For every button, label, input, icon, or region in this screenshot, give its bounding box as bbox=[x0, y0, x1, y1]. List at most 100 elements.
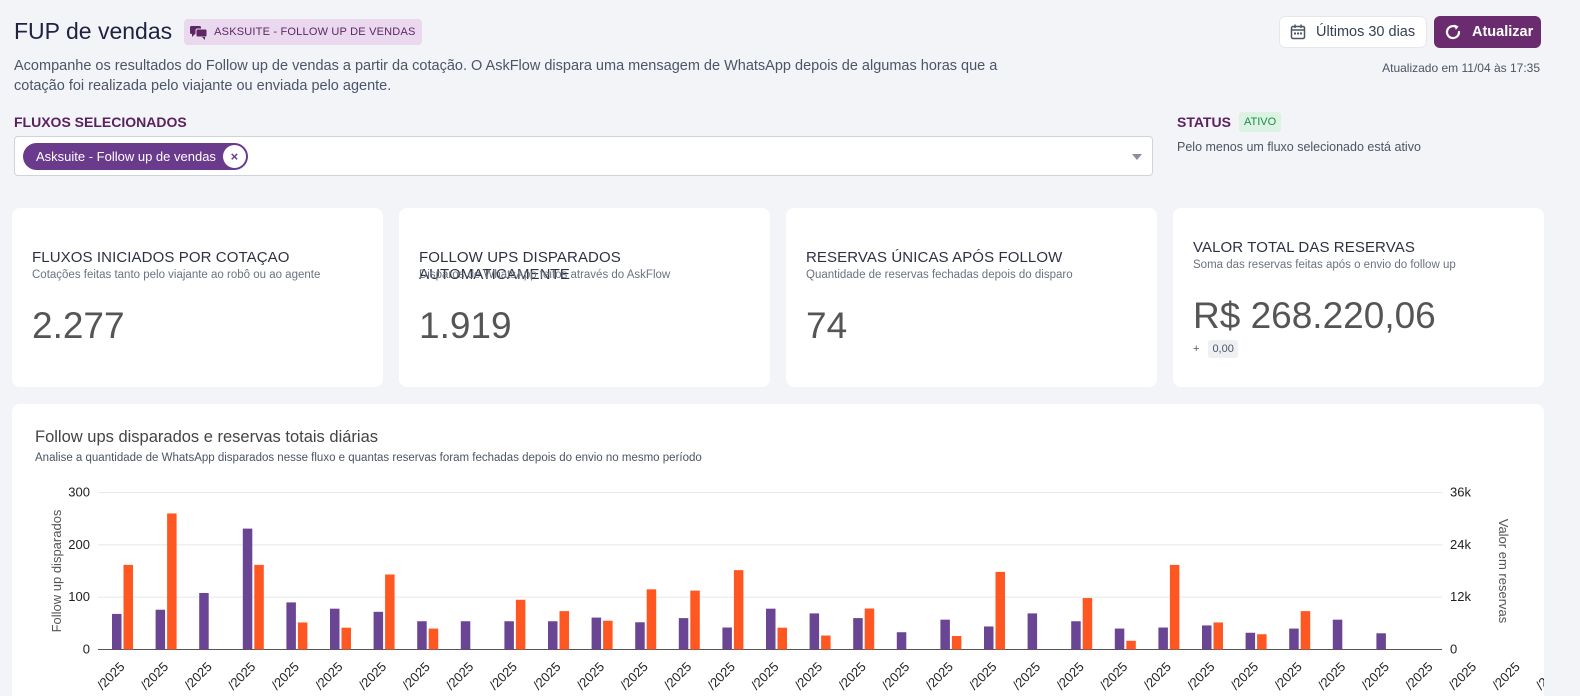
flow-tag-label: ASKSUITE - FOLLOW UP DE VENDAS bbox=[214, 25, 416, 38]
bar-reservas bbox=[646, 589, 657, 650]
date-range-button[interactable]: Últimos 30 dias bbox=[1279, 16, 1427, 48]
bar-followup bbox=[199, 592, 209, 650]
x-tick-label: /2025 bbox=[1140, 659, 1174, 693]
x-tick-label: /2025 bbox=[1271, 659, 1305, 693]
bar-reservas bbox=[167, 513, 177, 650]
refresh-icon bbox=[1445, 24, 1461, 40]
bar-followup bbox=[1027, 613, 1038, 650]
x-tick-label: /2025 bbox=[1228, 659, 1262, 693]
y-tick-left: 300 bbox=[68, 485, 90, 500]
card-reservas-unicas: RESERVAS ÚNICAS APÓS FOLLOW Quantidade d… bbox=[786, 208, 1157, 387]
y-axis-label-left: Follow up disparados bbox=[49, 509, 64, 632]
bar-followup bbox=[678, 618, 689, 650]
bar-reservas bbox=[123, 564, 133, 650]
x-tick-label: /2025 bbox=[94, 659, 128, 693]
card-subtitle: Soma das reservas feitas após o envio do… bbox=[1193, 259, 1456, 271]
status-label: STATUS bbox=[1177, 114, 1231, 130]
x-tick-label: /2025 bbox=[312, 659, 346, 693]
card-value: 1.919 bbox=[419, 305, 512, 346]
bar-followup bbox=[635, 622, 645, 650]
bar-followup bbox=[1158, 627, 1168, 650]
date-range-label: Últimos 30 dias bbox=[1316, 24, 1416, 40]
card-subtitle: Disparos de WhatsApp feitos através do A… bbox=[419, 269, 671, 281]
bar-followup bbox=[766, 608, 776, 650]
bar-followup bbox=[940, 619, 950, 650]
chevron-down-icon[interactable] bbox=[1132, 154, 1142, 160]
x-tick-label: /2025 bbox=[1315, 659, 1349, 693]
x-tick-label: /2025 bbox=[356, 659, 390, 693]
selected-flows-label: FLUXOS SELECIONADOS bbox=[14, 114, 187, 130]
bar-followup bbox=[1289, 628, 1299, 650]
bar-reservas bbox=[254, 564, 264, 650]
bar-followup bbox=[417, 621, 427, 650]
chat-bubbles-icon bbox=[190, 25, 208, 40]
bar-followup bbox=[809, 613, 820, 650]
bar-reservas bbox=[603, 620, 613, 650]
x-tick-label: /2025 bbox=[792, 659, 826, 693]
bar-followup bbox=[504, 621, 514, 650]
x-tick-label: /2025 bbox=[617, 659, 651, 693]
status-badge: ATIVO bbox=[1239, 112, 1282, 132]
x-tick-label: /2025 bbox=[138, 659, 172, 693]
bar-followup bbox=[591, 617, 602, 650]
card-valor-total: VALOR TOTAL DAS RESERVAS Soma das reserv… bbox=[1173, 208, 1544, 387]
refresh-label: Atualizar bbox=[1472, 24, 1534, 40]
bar-reservas bbox=[297, 622, 308, 650]
card-subtitle: Quantidade de reservas fechadas depois d… bbox=[806, 269, 1073, 281]
x-tick-label: /2025 bbox=[1533, 659, 1544, 693]
last-updated: Atualizado em 11/04 às 17:35 bbox=[1382, 61, 1540, 75]
remove-flow-icon[interactable]: × bbox=[222, 145, 246, 168]
x-tick-label: /2025 bbox=[1402, 659, 1436, 693]
bar-reservas bbox=[1082, 598, 1093, 650]
bar-followup bbox=[1332, 619, 1343, 650]
flow-chip-label: Asksuite - Follow up de vendas bbox=[36, 149, 216, 164]
delta-sign: + bbox=[1193, 343, 1200, 355]
x-tick-label: /2025 bbox=[574, 659, 608, 693]
card-title: VALOR TOTAL DAS RESERVAS bbox=[1193, 239, 1415, 256]
chart-card: Follow ups disparados e reservas totais … bbox=[12, 404, 1544, 696]
x-tick-label: /2025 bbox=[661, 659, 695, 693]
status-description: Pelo menos um fluxo selecionado está ati… bbox=[1177, 140, 1421, 154]
delta-value: 0,00 bbox=[1208, 340, 1238, 358]
bar-reservas bbox=[951, 635, 962, 650]
y-tick-left: 0 bbox=[83, 642, 90, 657]
bar-chart: 300 36k 200 24k 100 12k 0 0 Follow up disparados… bbox=[49, 485, 1544, 693]
bar-reservas bbox=[1169, 564, 1180, 650]
bar-followup bbox=[155, 609, 166, 650]
bar-reservas bbox=[995, 571, 1005, 650]
flow-chip: Asksuite - Follow up de vendas × bbox=[23, 143, 248, 170]
x-tick-label: /2025 bbox=[1446, 659, 1480, 693]
bar-followup bbox=[984, 626, 994, 650]
card-value: 74 bbox=[806, 305, 848, 346]
bar-followup bbox=[722, 627, 732, 650]
bar-reservas bbox=[385, 574, 395, 650]
y-tick-right: 36k bbox=[1450, 485, 1471, 500]
bar-reservas bbox=[777, 627, 787, 650]
bar-followup bbox=[896, 632, 907, 650]
bar-reservas bbox=[341, 627, 351, 650]
x-tick-label: /2025 bbox=[748, 659, 782, 693]
bar-reservas bbox=[864, 608, 875, 650]
bar-followup bbox=[1202, 625, 1212, 650]
x-tick-label: /2025 bbox=[181, 659, 215, 693]
x-tick-label: /2025 bbox=[1097, 659, 1131, 693]
x-tick-label: /2025 bbox=[1184, 659, 1218, 693]
bar-followup bbox=[373, 611, 384, 650]
bar-followup bbox=[1376, 633, 1386, 650]
x-tick-label: /2025 bbox=[966, 659, 1000, 693]
bar-followup bbox=[1245, 632, 1256, 650]
card-title: RESERVAS ÚNICAS APÓS FOLLOW bbox=[806, 249, 1063, 266]
x-tick-label: /2025 bbox=[922, 659, 956, 693]
bar-reservas bbox=[733, 570, 744, 650]
bar-reservas bbox=[559, 611, 569, 650]
flows-select[interactable]: Asksuite - Follow up de vendas × bbox=[14, 136, 1153, 176]
bar-reservas bbox=[1257, 634, 1267, 650]
bar-reservas bbox=[1126, 640, 1136, 650]
refresh-button[interactable]: Atualizar bbox=[1434, 16, 1541, 48]
y-tick-left: 100 bbox=[68, 589, 90, 604]
x-tick-label: /2025 bbox=[1010, 659, 1044, 693]
page-description: Acompanhe os resultados do Follow up de … bbox=[14, 58, 998, 94]
x-tick-label: /2025 bbox=[443, 659, 477, 693]
x-tick-label: /2025 bbox=[704, 659, 738, 693]
card-follow-ups-disparados: FOLLOW UPS DISPARADOS AUTOMATICAMENTE Di… bbox=[399, 208, 770, 387]
